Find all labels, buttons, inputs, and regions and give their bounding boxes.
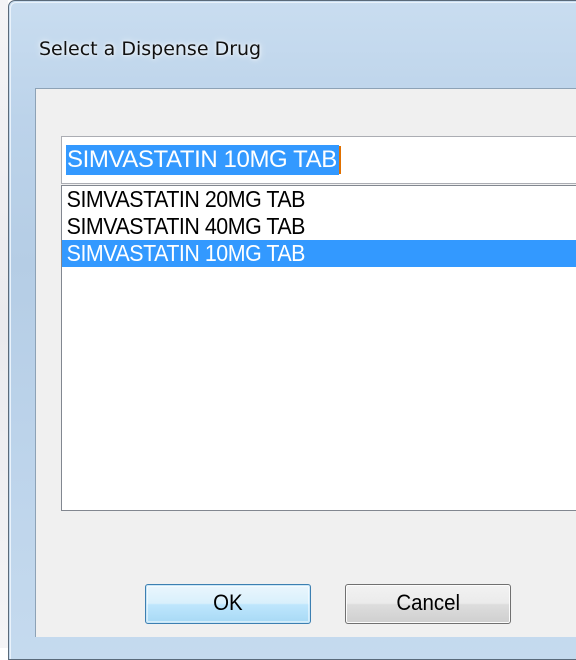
ok-button[interactable]: OK: [145, 584, 311, 624]
list-item-selected[interactable]: SIMVASTATIN 10MG TAB: [62, 240, 576, 267]
drug-listbox[interactable]: SIMVASTATIN 20MG TAB SIMVASTATIN 40MG TA…: [61, 185, 576, 511]
drug-search-input[interactable]: SIMVASTATIN 10MG TAB: [61, 136, 576, 184]
ok-button-label: OK: [213, 590, 243, 615]
search-input-value: SIMVASTATIN 10MG TAB: [66, 145, 339, 175]
desktop-background: [0, 0, 8, 648]
list-item[interactable]: SIMVASTATIN 20MG TAB: [62, 186, 543, 213]
dialog-window: Select a Dispense Drug SIMVASTATIN 10MG …: [8, 0, 576, 660]
text-caret: [338, 146, 341, 174]
list-item-label: SIMVASTATIN 10MG TAB: [66, 240, 306, 266]
list-item[interactable]: SIMVASTATIN 40MG TAB: [62, 213, 543, 240]
cancel-button[interactable]: Cancel: [345, 584, 511, 624]
dialog-client-area: SIMVASTATIN 10MG TAB SIMVASTATIN 20MG TA…: [35, 88, 576, 637]
cancel-button-label: Cancel: [396, 590, 460, 615]
dialog-title: Select a Dispense Drug: [39, 38, 262, 60]
